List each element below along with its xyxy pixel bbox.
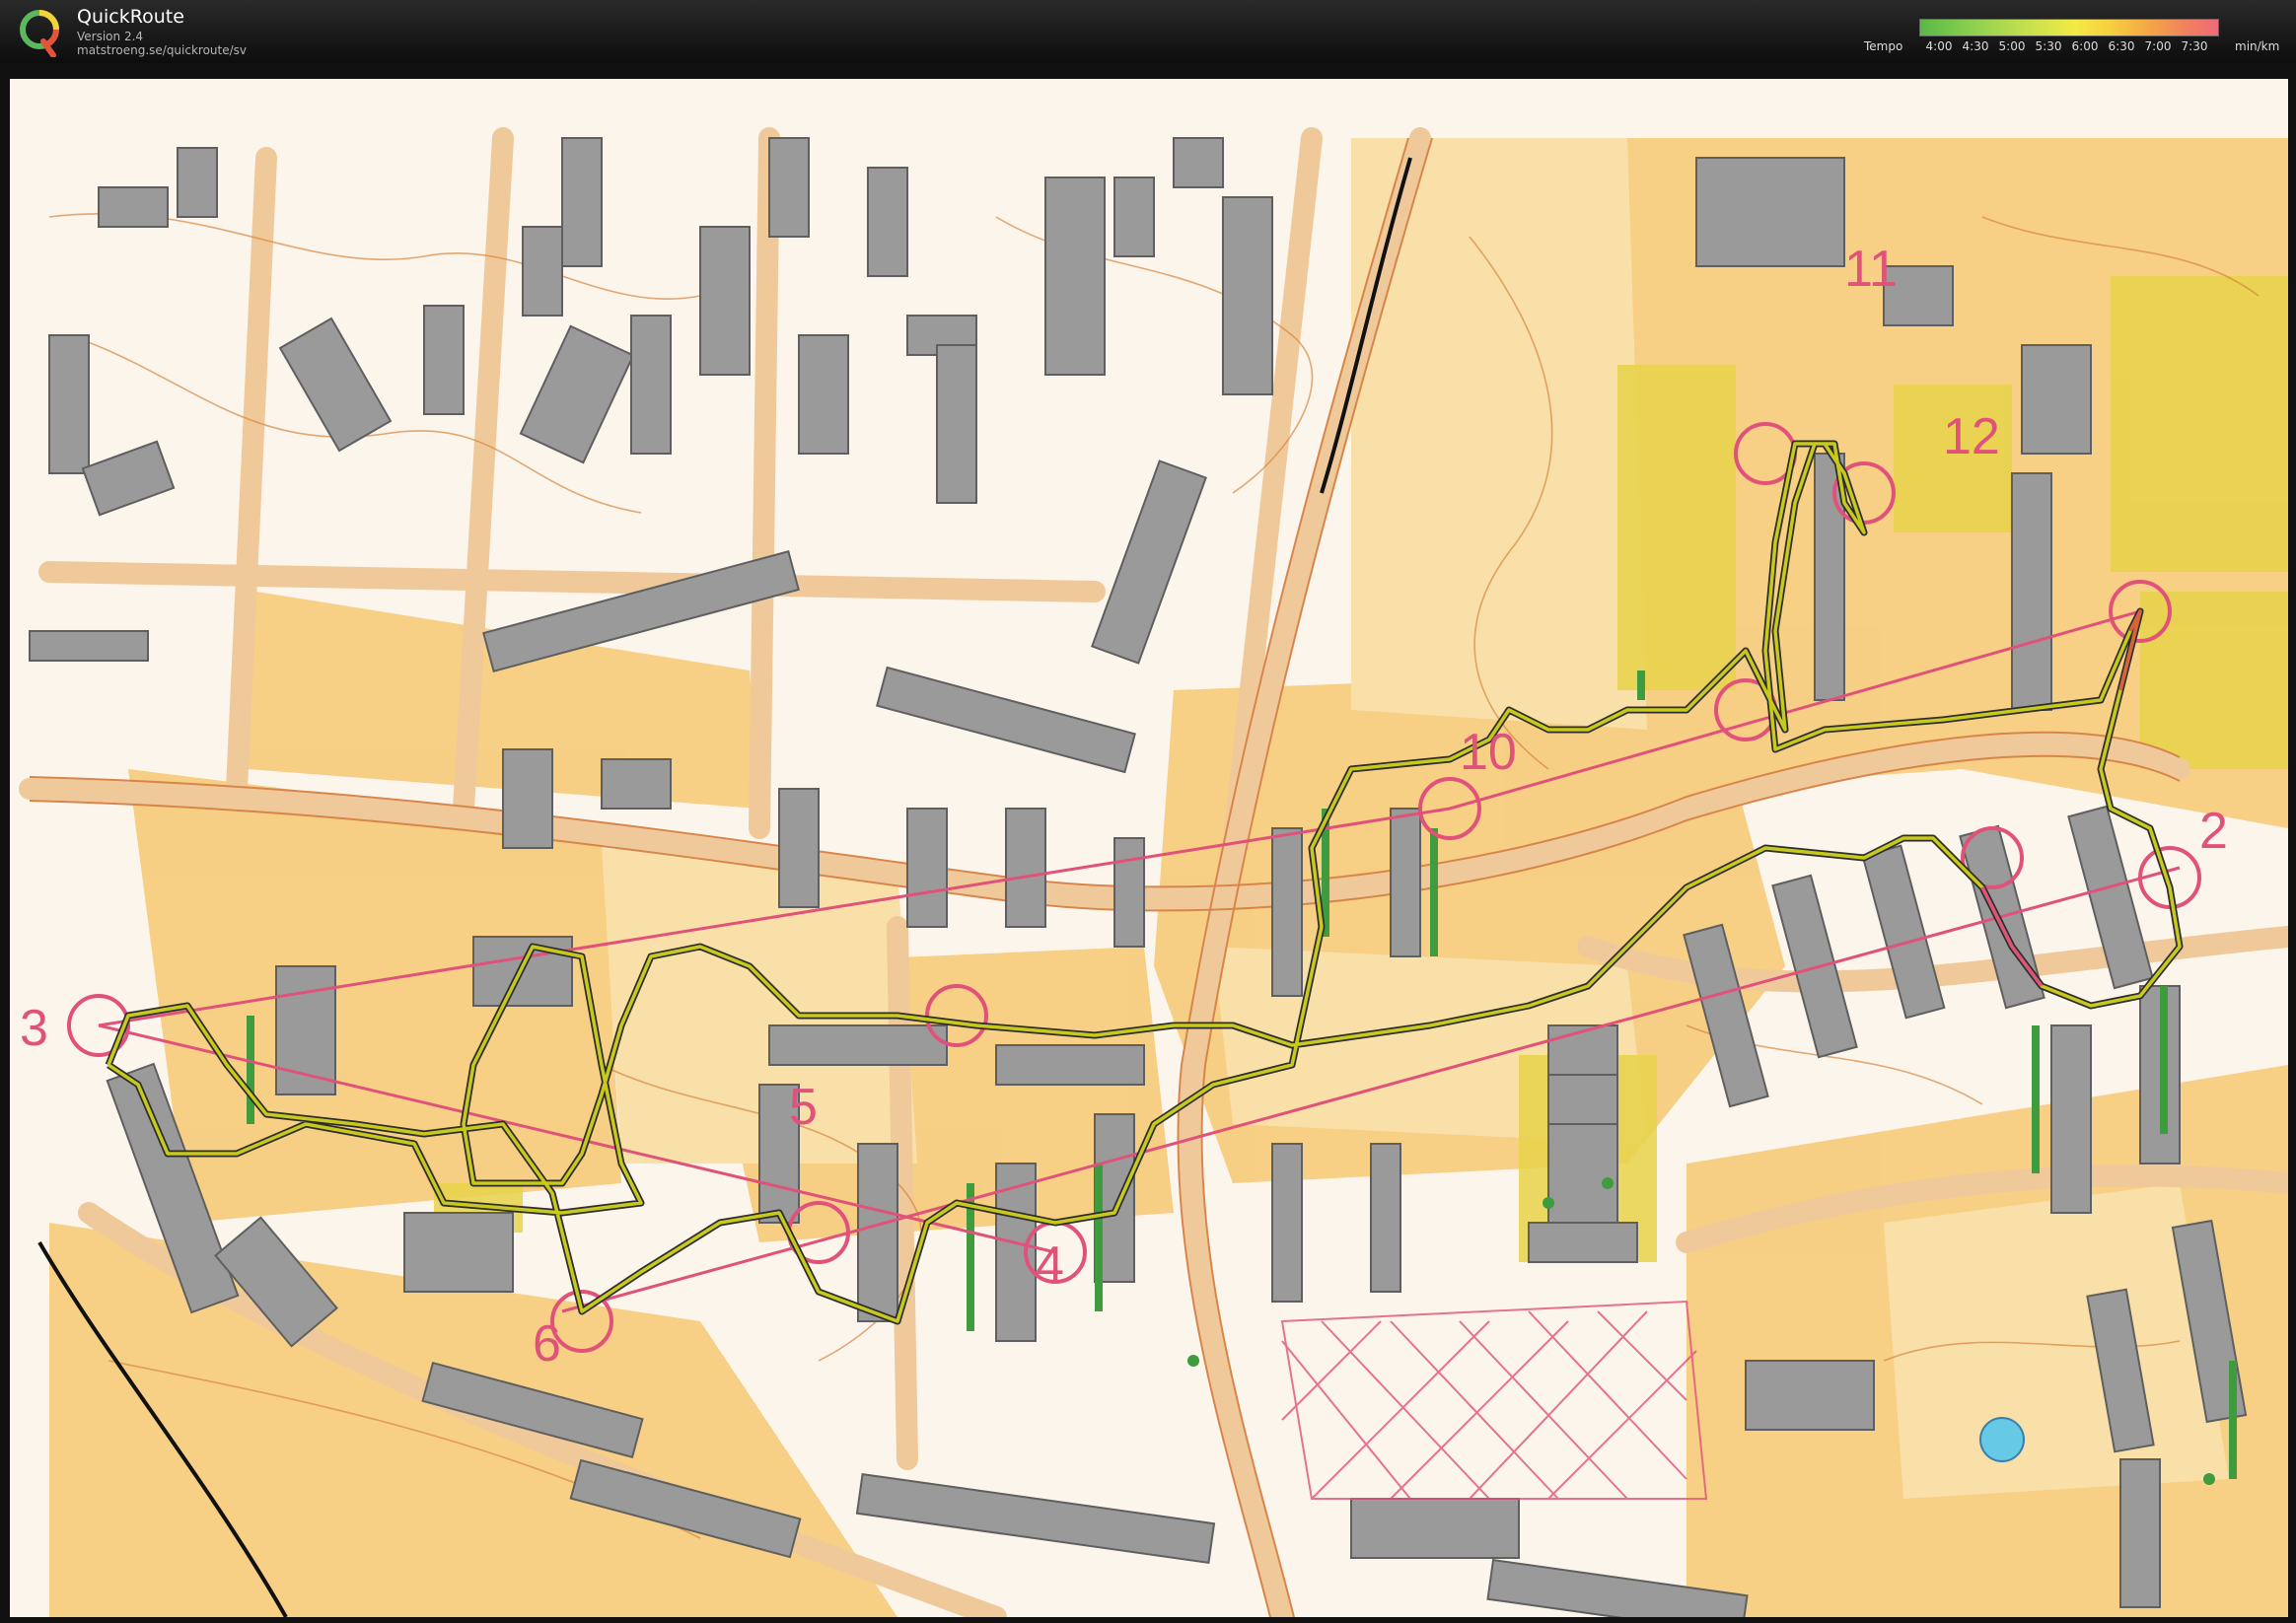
- control-label: 12: [1943, 408, 2000, 465]
- control-label: 3: [20, 1000, 48, 1057]
- unit-label: min/km: [2235, 39, 2280, 53]
- control-label: 6: [533, 1315, 561, 1373]
- tempo-tick: 5:00: [1998, 39, 2026, 53]
- app-url[interactable]: matstroeng.se/quickroute/sv: [77, 43, 247, 57]
- control-label: 11: [1844, 241, 1898, 298]
- tempo-tick: 7:00: [2144, 39, 2172, 53]
- tempo-tick: 4:30: [1962, 39, 1989, 53]
- orienteering-map[interactable]: 2 3 4 5 6 10 11 12: [10, 79, 2288, 1617]
- app-version: Version 2.4: [77, 30, 144, 43]
- control-label: 4: [1036, 1236, 1064, 1294]
- tempo-tick: 6:00: [2071, 39, 2099, 53]
- tempo-label: Tempo: [1864, 39, 1903, 53]
- pond: [1979, 1417, 2025, 1462]
- control-label: 5: [789, 1079, 818, 1136]
- quickroute-logo-icon: [20, 10, 59, 57]
- control-label: 2: [2199, 803, 2228, 860]
- app-title: QuickRoute: [77, 6, 184, 28]
- title-bar: QuickRoute Version 2.4 matstroeng.se/qui…: [0, 0, 2296, 63]
- map-drawing: 2 3 4 5 6 10 11 12: [19, 127, 2288, 1617]
- tempo-tick: 7:30: [2181, 39, 2208, 53]
- tempo-color-scale: [1919, 19, 2219, 36]
- control-label: 10: [1460, 724, 1517, 781]
- forbidden-areas: [1280, 1300, 1708, 1500]
- tempo-tick: 6:30: [2108, 39, 2135, 53]
- tempo-tick: 4:00: [1925, 39, 1953, 53]
- tempo-tick: 5:30: [2035, 39, 2062, 53]
